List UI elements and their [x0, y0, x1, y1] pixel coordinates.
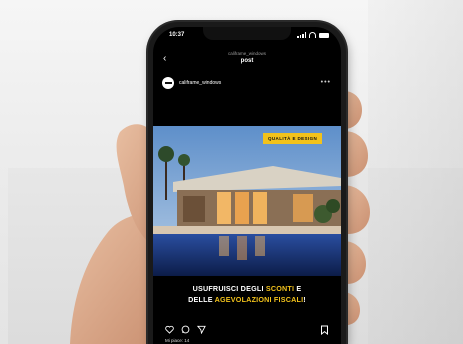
post-tag: QUALITÀ E DESIGN	[263, 133, 323, 144]
post-caption: USUFRUISCI DEGLI SCONTI E DELLE AGEVOLAZ…	[153, 283, 341, 305]
phone-frame: 10:37 ‹ califrame_windows post califrame…	[148, 22, 346, 344]
avatar[interactable]	[162, 77, 174, 89]
caption-line-1: USUFRUISCI DEGLI SCONTI E	[192, 284, 302, 293]
bookmark-icon[interactable]	[320, 325, 329, 335]
heart-icon[interactable]	[165, 325, 174, 334]
post-actions	[165, 325, 206, 334]
status-icons	[297, 32, 329, 38]
signal-icon	[297, 32, 306, 38]
phone-notch	[203, 27, 291, 40]
post-header[interactable]: califrame_windows	[162, 77, 221, 89]
status-time: 10:37	[169, 32, 185, 38]
comment-icon[interactable]	[181, 325, 190, 334]
caption-line-2: DELLE AGEVOLAZIONI FISCALI!	[188, 295, 306, 304]
battery-icon	[319, 32, 329, 38]
likes-count[interactable]: Mi piace: 14	[165, 338, 189, 343]
header-username: califrame_windows	[227, 51, 266, 56]
post-photo[interactable]	[153, 126, 341, 276]
header-title: post	[240, 58, 254, 64]
post-username[interactable]: califrame_windows	[179, 80, 221, 86]
more-options-icon[interactable]: •••	[321, 79, 331, 86]
share-icon[interactable]	[197, 325, 206, 334]
wifi-icon	[309, 32, 316, 38]
phone-screen: 10:37 ‹ califrame_windows post califrame…	[153, 27, 341, 344]
